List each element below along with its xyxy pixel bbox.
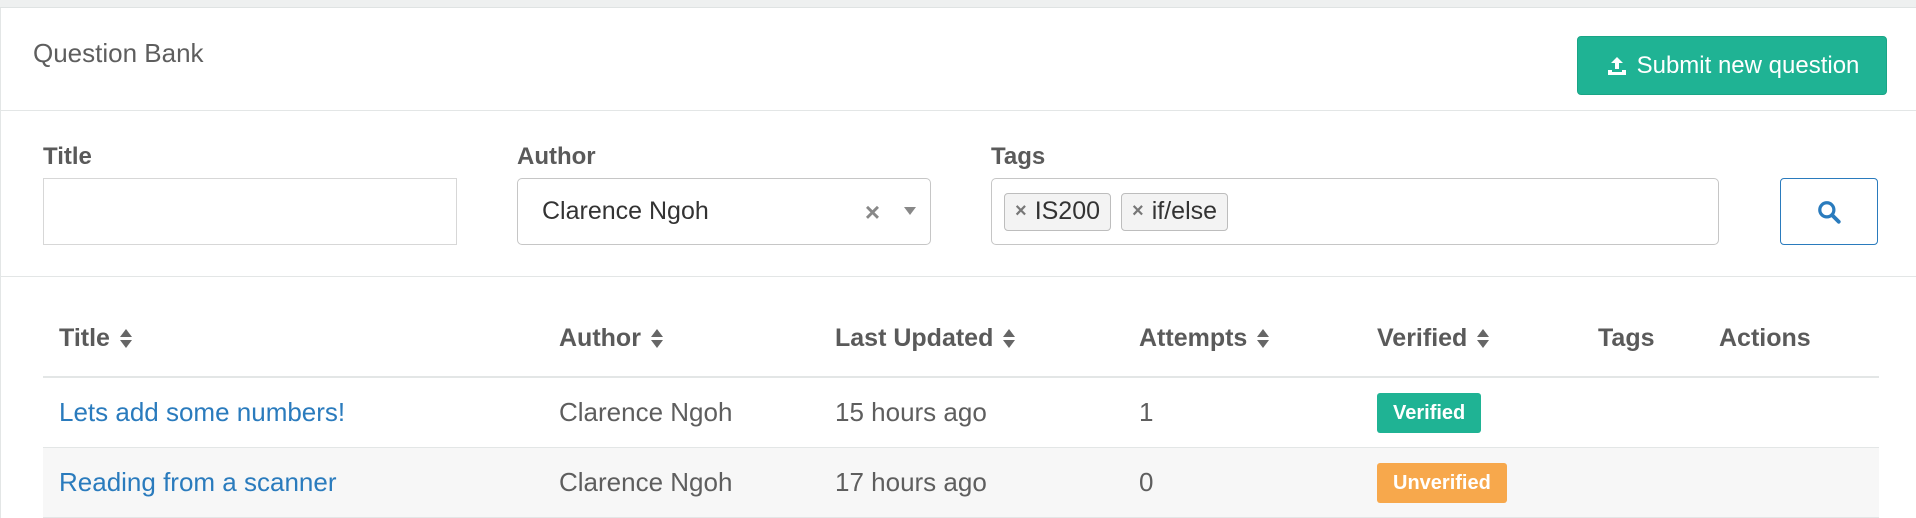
sort-icon[interactable] (1257, 328, 1270, 350)
question-author: Clarence Ngoh (559, 467, 733, 497)
title-filter-input[interactable] (43, 178, 457, 245)
tag-chip: × if/else (1121, 192, 1229, 231)
search-button[interactable] (1780, 178, 1878, 245)
question-title-link[interactable]: Reading from a scanner (59, 467, 336, 498)
column-header-last-updated[interactable]: Last Updated (835, 324, 1016, 353)
page-title: Question Bank (33, 38, 204, 68)
submit-button-label: Submit new question (1636, 51, 1860, 79)
column-header-tags: Tags (1598, 324, 1655, 352)
sort-icon[interactable] (1477, 328, 1490, 350)
column-header-author[interactable]: Author (559, 324, 663, 353)
question-last-updated: 17 hours ago (835, 467, 987, 497)
tags-filter-label: Tags (991, 143, 1046, 170)
upload-icon (1607, 56, 1626, 75)
tag-chip: × IS200 (1004, 192, 1112, 231)
column-header-verified[interactable]: Verified (1377, 324, 1490, 353)
question-last-updated: 15 hours ago (835, 397, 987, 427)
sort-icon[interactable] (1003, 328, 1016, 350)
author-select[interactable]: Clarence Ngoh × (517, 178, 931, 245)
table-row: Lets add some numbers! Clarence Ngoh 15 … (43, 378, 1879, 448)
top-strip (0, 0, 1916, 8)
tag-chip-label: IS200 (1034, 197, 1101, 225)
sort-icon[interactable] (650, 328, 663, 350)
filter-bar: Title Author Clarence Ngoh × Tags × IS20… (1, 111, 1916, 277)
author-filter-label: Author (517, 143, 596, 170)
question-attempts: 1 (1139, 397, 1154, 427)
panel-header: Question Bank Submit new question (1, 8, 1916, 111)
submit-new-question-button[interactable]: Submit new question (1577, 36, 1887, 95)
tags-input[interactable]: × IS200 × if/else (991, 178, 1719, 245)
clear-author-icon[interactable]: × (865, 199, 880, 225)
question-attempts: 0 (1139, 467, 1154, 497)
dropdown-arrow-icon[interactable] (904, 207, 916, 215)
questions-table: Title Author Last Updated Attempts Verif… (43, 308, 1879, 518)
column-header-attempts[interactable]: Attempts (1139, 324, 1270, 353)
title-filter-label: Title (43, 143, 92, 170)
question-bank-panel: Question Bank Submit new question Title … (0, 8, 1916, 518)
verified-badge: Verified (1377, 393, 1482, 433)
table-row: Reading from a scanner Clarence Ngoh 17 … (43, 448, 1879, 518)
question-title-link[interactable]: Lets add some numbers! (59, 397, 345, 428)
author-selected-value: Clarence Ngoh (542, 197, 709, 225)
column-header-actions: Actions (1719, 324, 1811, 352)
unverified-badge: Unverified (1377, 463, 1507, 503)
sort-icon[interactable] (119, 328, 132, 350)
tag-chip-label: if/else (1151, 197, 1218, 225)
question-author: Clarence Ngoh (559, 397, 733, 427)
column-header-title[interactable]: Title (59, 324, 132, 353)
remove-tag-icon[interactable]: × (1015, 200, 1027, 223)
search-icon (1818, 200, 1841, 224)
table-header: Title Author Last Updated Attempts Verif… (43, 308, 1879, 378)
remove-tag-icon[interactable]: × (1132, 200, 1144, 223)
